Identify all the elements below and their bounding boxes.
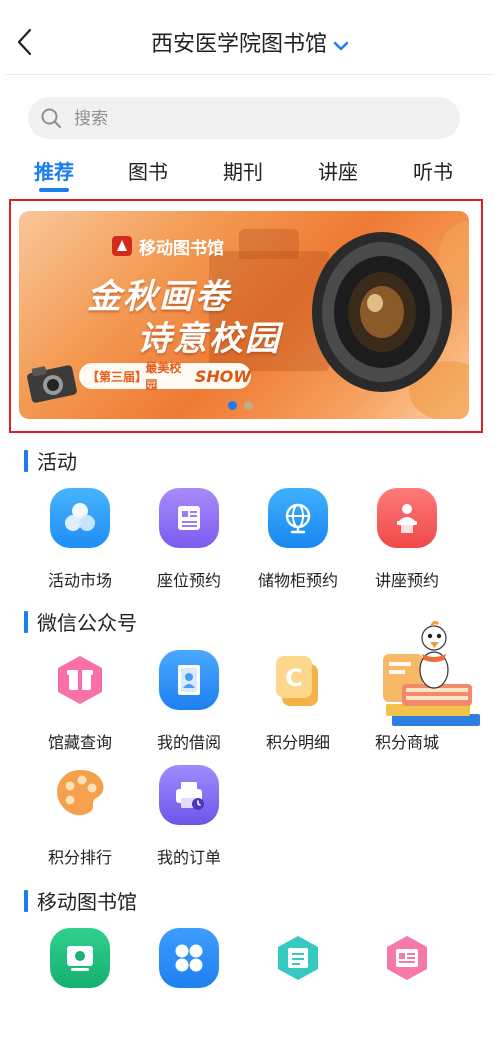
item-label: 积分排行: [47, 848, 112, 867]
ribbon-text: 最美校园: [145, 361, 182, 392]
section-accent-bar: [24, 449, 28, 472]
svg-text:C: C: [285, 664, 303, 692]
ribbon-show: SHOW: [194, 366, 251, 386]
retro-camera-icon: [27, 365, 77, 403]
section-title-wechat: 微信公众号: [37, 611, 137, 635]
active-tab-indicator: [39, 188, 69, 192]
activity-market-item[interactable]: 活动市场: [25, 488, 135, 591]
lecture-reservation-item[interactable]: 讲座预约: [352, 488, 462, 591]
section-header-mobile-library: 移动图书馆: [24, 886, 137, 915]
banner-pagination: [228, 401, 258, 411]
order-printer-icon: [159, 765, 219, 825]
monitor-icon: [50, 928, 110, 988]
item-label: 讲座预约: [374, 571, 439, 590]
tab-books[interactable]: 图书: [128, 156, 168, 185]
mobile-library-item-1[interactable]: [25, 928, 135, 988]
search-icon: [40, 107, 62, 133]
banner-ribbon: 【第三届】 最美校园 SHOW: [79, 361, 251, 392]
header-divider: [6, 74, 494, 75]
category-tabs: 推荐 图书 期刊 讲座 听书: [0, 150, 500, 194]
search-bar[interactable]: [28, 97, 460, 141]
section-title-mobile-library: 移动图书馆: [37, 890, 137, 914]
my-orders-item[interactable]: 我的订单: [134, 765, 244, 868]
podium-icon: [377, 488, 437, 548]
locker-reservation-item[interactable]: 储物柜预约: [243, 488, 353, 591]
document-icon: [159, 488, 219, 548]
points-detail-item[interactable]: C 积分明细: [243, 650, 353, 753]
tab-audiobooks[interactable]: 听书: [413, 156, 453, 185]
gift-hexagon-icon: [50, 650, 110, 710]
item-label: 积分商城: [374, 733, 439, 752]
points-ranking-item[interactable]: 积分排行: [25, 765, 135, 868]
camera-lens-illustration: [312, 232, 452, 392]
circles-icon: [50, 488, 110, 548]
item-label: 馆藏查询: [47, 733, 112, 752]
mobile-library-item-4[interactable]: [352, 928, 462, 988]
page-title: 西安医学院图书馆: [150, 32, 327, 57]
item-label: 活动市场: [47, 571, 112, 590]
collection-search-item[interactable]: 馆藏查询: [25, 650, 135, 753]
section-header-wechat: 微信公众号: [24, 607, 137, 636]
section-header-activities: 活动: [24, 446, 77, 475]
item-label: 我的借阅: [156, 733, 221, 752]
pagination-dot-active[interactable]: [228, 401, 237, 410]
goose-mascot-icon[interactable]: [382, 620, 486, 732]
coin-c-icon: C: [268, 650, 328, 710]
section-accent-bar: [24, 889, 28, 912]
ribbon-edition: 【第三届】: [87, 369, 148, 384]
item-label: 积分明细: [265, 733, 330, 752]
chaoxing-logo-icon: [111, 235, 133, 257]
book-portrait-icon: [159, 650, 219, 710]
banner-brand-label: 移动图书馆: [139, 238, 224, 259]
globe-icon: [268, 488, 328, 548]
search-input[interactable]: [72, 97, 446, 141]
my-borrowing-item[interactable]: 我的借阅: [134, 650, 244, 753]
grid-apps-icon: [159, 928, 219, 988]
top-bar: 西安医学院图书馆: [0, 0, 500, 80]
promo-banner[interactable]: 移动图书馆 金秋画卷 诗意校园 【第三届】 最美校园 SHOW: [19, 211, 469, 419]
item-label: 座位预约: [156, 571, 221, 590]
library-selector[interactable]: 西安医学院图书馆: [0, 26, 500, 58]
chevron-down-icon: [333, 33, 349, 58]
mobile-library-item-3[interactable]: [243, 928, 353, 988]
card-hexagon-icon: [377, 928, 437, 988]
section-accent-bar: [24, 610, 28, 633]
palette-icon: [50, 765, 110, 825]
mobile-library-item-2[interactable]: [134, 928, 244, 988]
banner-brand: 移动图书馆: [111, 233, 224, 259]
pagination-dot[interactable]: [244, 401, 253, 410]
banner-headline-line2: 诗意校园: [137, 319, 281, 359]
section-title-activities: 活动: [37, 450, 77, 474]
tab-lectures[interactable]: 讲座: [318, 156, 358, 185]
tab-recommended[interactable]: 推荐: [34, 156, 74, 185]
scroll-hexagon-icon: [268, 928, 328, 988]
item-label: 我的订单: [156, 848, 221, 867]
tab-journals[interactable]: 期刊: [223, 156, 263, 185]
item-label: 储物柜预约: [257, 571, 338, 590]
seat-reservation-item[interactable]: 座位预约: [134, 488, 244, 591]
